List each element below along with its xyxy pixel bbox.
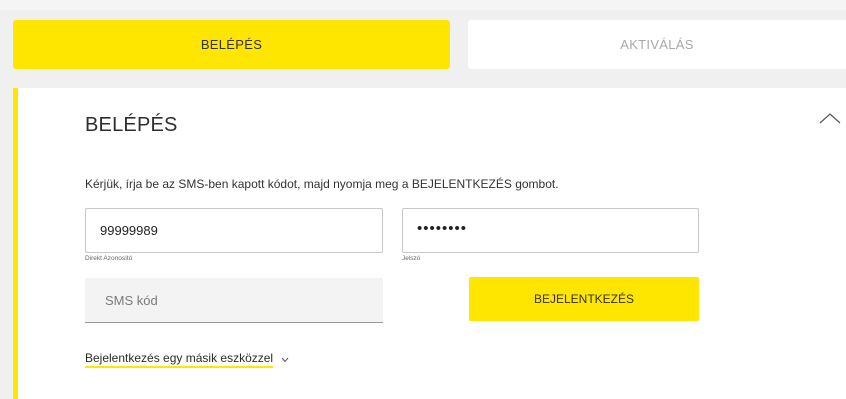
panel-title: BELÉPÉS [85,114,178,136]
other-device-toggle[interactable]: Bejelentkezés egy másik eszközzel [85,351,289,368]
tab-login[interactable]: BELÉPÉS [13,20,450,69]
tab-login-label: BELÉPÉS [200,37,263,52]
login-button[interactable]: BEJELENTKEZÉS [469,277,699,321]
direct-id-value: 99999989 [100,223,158,238]
password-caption: Jelszó [402,255,421,262]
sms-code-placeholder: SMS kód [105,292,158,308]
tab-activate-label: AKTIVÁLÁS [620,37,694,52]
chevron-down-icon [281,357,289,362]
direct-id-caption: Direkt Azonosító [85,255,133,262]
top-strip [0,0,846,10]
page: BELÉPÉS AKTIVÁLÁS BELÉPÉS Kérjük, írja b… [0,0,846,399]
other-device-label: Bejelentkezés egy másik eszközzel [85,351,274,368]
direct-id-field[interactable]: 99999989 [85,208,383,253]
sms-code-field[interactable]: SMS kód [85,278,383,323]
password-value: •••••••• [417,220,468,237]
login-button-label: BEJELENTKEZÉS [533,292,635,306]
instruction-text: Kérjük, írja be az SMS-ben kapott kódot,… [85,177,559,191]
tab-activate[interactable]: AKTIVÁLÁS [468,20,846,69]
chevron-up-icon[interactable] [818,110,842,126]
login-panel: BELÉPÉS Kérjük, írja be az SMS-ben kapot… [13,88,846,399]
password-field[interactable]: •••••••• [402,208,699,253]
